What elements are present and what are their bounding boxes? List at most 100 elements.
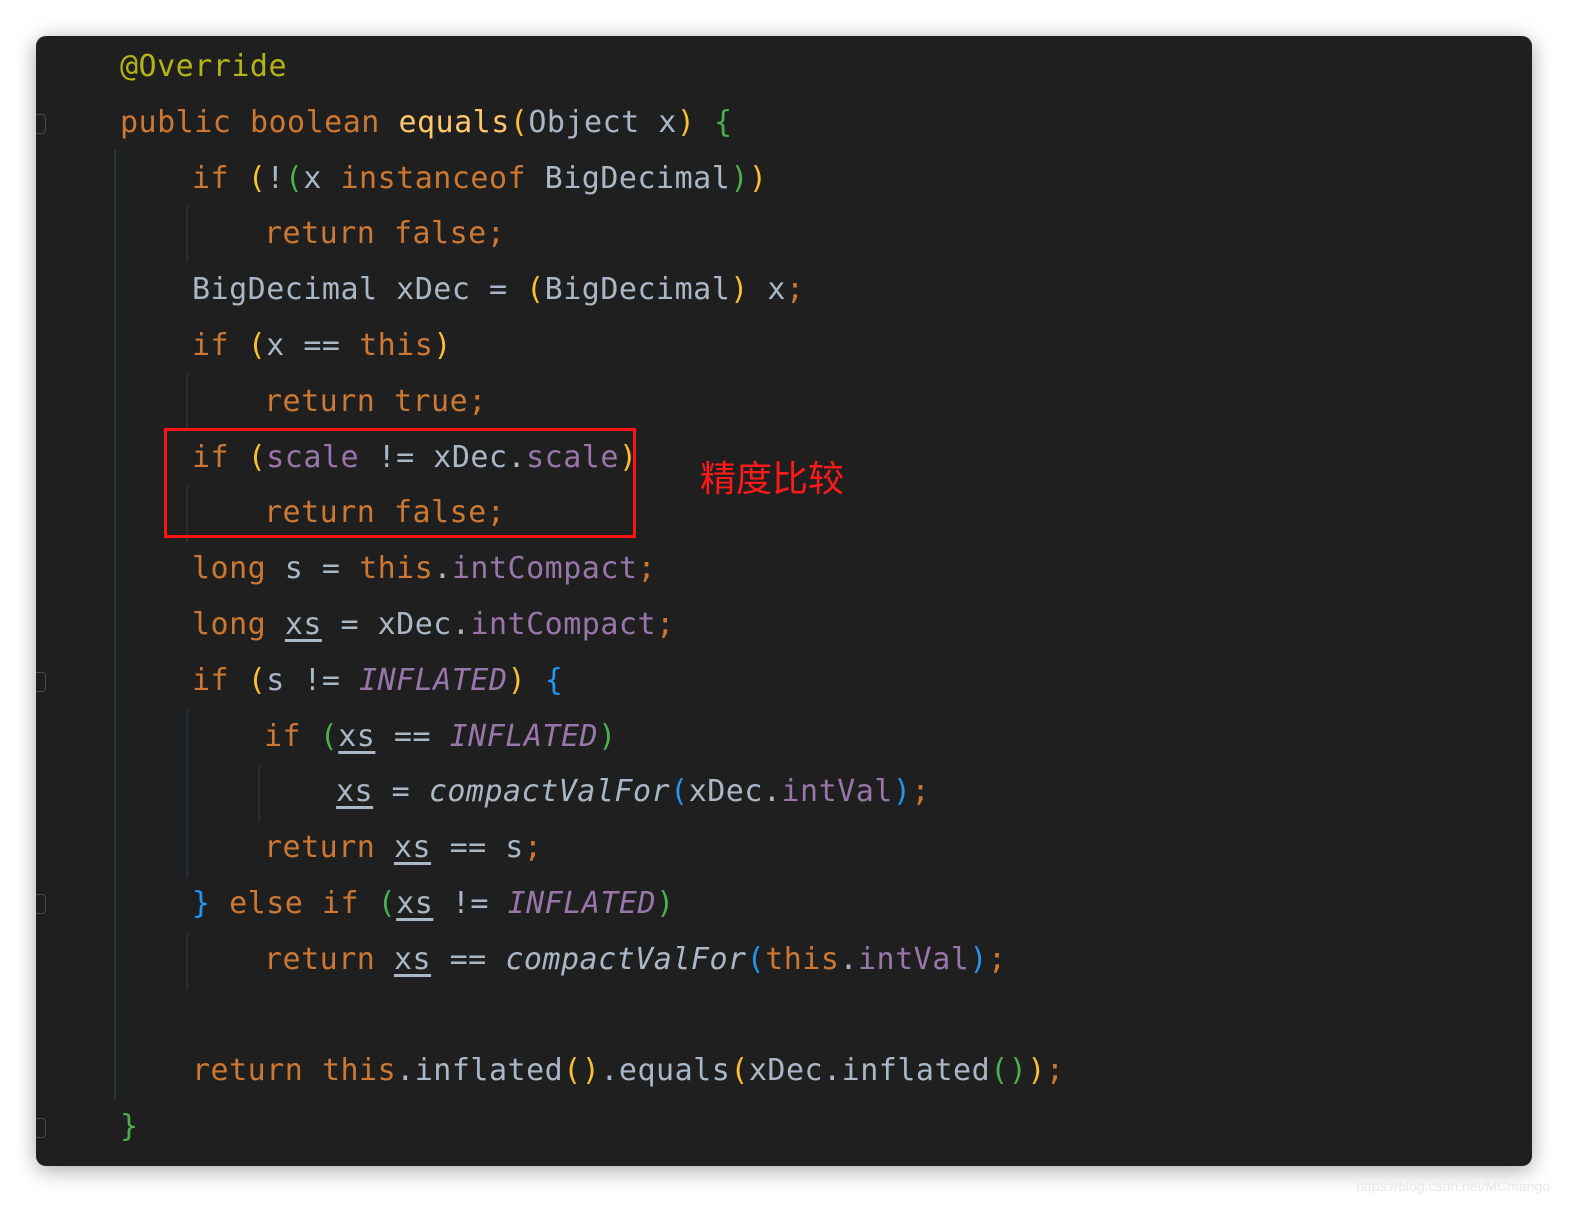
fold-marker-icon[interactable] xyxy=(36,114,46,134)
code-token: x xyxy=(748,272,786,308)
code-line: } else if (xs != INFLATED) xyxy=(192,876,675,932)
code-line: return true; xyxy=(264,374,487,430)
code-token: ) xyxy=(656,886,675,921)
code-token: INFLATED xyxy=(507,886,657,921)
code-token: xDec.inflated xyxy=(748,1053,991,1089)
code-token: ; xyxy=(468,383,487,419)
code-token: this xyxy=(321,1053,397,1089)
code-token: . xyxy=(839,941,858,977)
code-token: return xyxy=(264,941,376,977)
code-token: ) xyxy=(730,160,749,196)
code-line: } xyxy=(120,1099,139,1155)
code-token: return xyxy=(192,1053,304,1089)
code-token: xs xyxy=(393,941,432,977)
code-token: } xyxy=(192,886,211,921)
code-token: ( xyxy=(670,774,689,810)
code-token: ; xyxy=(987,941,1007,977)
code-token: ) xyxy=(892,774,912,810)
code-token: boolean xyxy=(249,104,380,140)
code-token: equals xyxy=(398,104,510,140)
code-token: false xyxy=(393,216,487,252)
code-token: return xyxy=(264,383,376,419)
indent-guide xyxy=(186,374,188,430)
fold-marker-icon[interactable] xyxy=(36,672,46,692)
indent-guide xyxy=(258,766,260,822)
code-token: .equals xyxy=(600,1053,731,1089)
code-token: ; xyxy=(911,774,930,810)
code-token: s = xyxy=(266,551,360,587)
code-token: ; xyxy=(1045,1053,1065,1089)
code-token: ( xyxy=(247,662,267,698)
code-token: ; xyxy=(656,607,675,642)
code-token: ) xyxy=(433,328,452,363)
code-token: ( xyxy=(247,328,267,363)
code-token: x xyxy=(303,160,341,196)
code-token: ) xyxy=(1027,1053,1046,1089)
code-token: BigDecimal xyxy=(526,160,731,196)
code-token: Object x xyxy=(528,104,677,140)
code-token: == xyxy=(375,718,450,754)
code-token: if xyxy=(321,886,360,921)
code-line: xs = compactValFor(xDec.intVal); xyxy=(336,764,930,820)
code-token: intCompact xyxy=(470,607,657,642)
code-line: return xs == compactValFor(this.intVal); xyxy=(264,932,1007,988)
code-line: return this.inflated () .equals(xDec.infla… xyxy=(192,1043,1064,1099)
code-token: intCompact xyxy=(451,551,638,587)
code-token: = xDec. xyxy=(321,607,471,642)
fold-marker-icon[interactable] xyxy=(36,1118,46,1138)
code-token: xs xyxy=(396,886,434,921)
code-token: . xyxy=(433,551,452,587)
code-token: ; xyxy=(523,830,543,866)
code-token: ; xyxy=(785,272,805,308)
code-token: if xyxy=(192,160,230,196)
code-token: x == xyxy=(266,328,360,363)
code-line: if (!(x instanceof BigDecimal)) xyxy=(192,151,767,207)
code-token: ) xyxy=(676,104,696,140)
code-token: return xyxy=(264,216,376,252)
code-token: public xyxy=(120,104,232,140)
indent-guide xyxy=(114,150,116,1100)
indent-guide xyxy=(186,934,188,990)
code-token: .inflated xyxy=(396,1053,564,1089)
code-token: ( xyxy=(377,886,397,921)
code-token: xDec. xyxy=(688,774,782,810)
code-token: BigDecimal xDec = xyxy=(192,272,527,308)
code-token: = xyxy=(373,774,429,810)
code-token: ; xyxy=(637,551,657,587)
highlight-box xyxy=(164,428,636,538)
code-token: this xyxy=(359,551,434,587)
code-token: this xyxy=(765,941,840,977)
code-token: { xyxy=(544,662,564,698)
code-token: compactValFor xyxy=(505,941,747,977)
code-token: != xyxy=(433,886,508,921)
code-token: () xyxy=(990,1053,1028,1089)
code-token: long xyxy=(192,607,267,642)
code-token: return xyxy=(264,830,376,866)
code-line: public boolean equals(Object x) { xyxy=(120,95,733,151)
code-token: INFLATED xyxy=(359,662,508,698)
code-token: == s xyxy=(431,830,524,866)
code-token: ( xyxy=(526,272,545,308)
code-token: == xyxy=(431,941,506,977)
code-token: } xyxy=(120,1109,139,1145)
fold-marker-icon[interactable] xyxy=(36,894,46,914)
code-token: ( xyxy=(509,104,529,140)
code-token: ( xyxy=(284,160,304,196)
code-line: BigDecimal xDec = (BigDecimal) x; xyxy=(192,262,805,318)
code-token: BigDecimal xyxy=(544,272,731,308)
code-token: ( xyxy=(730,1053,749,1089)
code-token: if xyxy=(192,328,230,363)
code-token: @Override xyxy=(120,49,288,84)
